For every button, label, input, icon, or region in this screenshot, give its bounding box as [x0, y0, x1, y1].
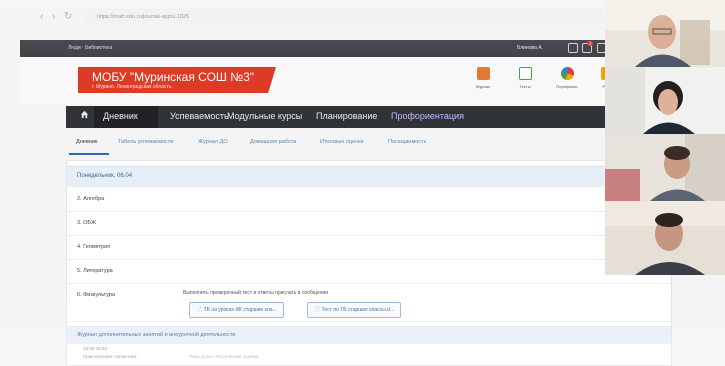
tests-icon [518, 67, 532, 80]
participant-avatar [605, 0, 725, 67]
participant-avatar [605, 134, 725, 201]
nav-diary[interactable]: Дневник [103, 111, 138, 121]
lesson-subject: 4. Геометрия [77, 244, 111, 250]
lesson-row[interactable]: 3. ОБЖ [67, 211, 671, 236]
extra-course: Практическая стилистика [83, 354, 137, 359]
nav-progress[interactable]: Успеваемость [170, 111, 229, 121]
nav-modular-courses[interactable]: Модульные курсы [227, 111, 302, 121]
lesson-row[interactable]: 6. Физкультура Выполнить проверочный тес… [67, 283, 671, 322]
video-tile[interactable] [605, 67, 725, 134]
screen: ‹ › ↻ https://mart.edu.ru/journal-app/u.… [0, 0, 725, 366]
module-portfolio[interactable]: Портфолио [552, 67, 582, 89]
mail-badge: 1 [587, 41, 594, 46]
main-nav: Дневник Успеваемость Модульные курсы Пла… [66, 106, 620, 128]
top-links[interactable]: Люди · Библиотека [68, 45, 112, 51]
user-menu[interactable]: Блинова А. [517, 45, 543, 51]
lesson-subject: 6. Физкультура [77, 292, 116, 298]
sub-tabs: Дневник Табель успеваемости Журнал ДО До… [66, 133, 620, 155]
day-header: Понедельник, 06.04 [67, 165, 671, 187]
extra-journal-title: Журнал дополнительных занятий и внеурочн… [77, 332, 236, 338]
school-logo[interactable]: МОБУ "Муринская СОШ №3" г. Мурино, Ленин… [78, 67, 276, 93]
tab-homework[interactable]: Домашняя работа [250, 139, 296, 145]
lesson-subject: 2. Алгебра [77, 196, 105, 202]
home-icon[interactable] [80, 110, 89, 119]
address-bar: ‹ › ↻ https://mart.edu.ru/journal-app/u.… [40, 8, 610, 26]
participant-avatar [605, 67, 725, 134]
tab-report-card[interactable]: Табель успеваемости [118, 139, 173, 145]
school-header: МОБУ "Муринская СОШ №3" г. Мурино, Ленин… [20, 57, 620, 104]
journal-icon [476, 67, 490, 80]
extra-journal-header: Журнал дополнительных занятий и внеурочн… [67, 326, 671, 344]
module-tests[interactable]: Тесты [510, 67, 540, 89]
lesson-subject: 3. ОБЖ [77, 220, 97, 226]
tab-diary[interactable]: Дневник [76, 139, 97, 145]
tab-journal-do[interactable]: Журнал ДО [198, 139, 228, 145]
lesson-subject: 5. Литература [77, 268, 113, 274]
url-field[interactable]: https://mart.edu.ru/journal-app/u.1025 [85, 9, 605, 25]
lesson-row[interactable]: 4. Геометрия [67, 235, 671, 260]
lesson-row[interactable]: 2. Алгебра [67, 187, 671, 212]
extra-topic: Тема урока: Лексические ошибки [189, 354, 259, 359]
video-tile[interactable] [605, 0, 725, 67]
module-journal[interactable]: Журнал [468, 67, 498, 89]
school-location: г. Мурино, Ленинградская область [92, 84, 172, 90]
extra-time: 15:00-15:40 [83, 346, 108, 351]
reload-icon[interactable]: ↻ [64, 11, 72, 22]
tab-final-grades[interactable]: Итоговые оценки [320, 139, 364, 145]
portfolio-icon [560, 67, 574, 80]
attachment-button[interactable]: 📄 Тест по ТБ старшие классы.d... [307, 302, 402, 318]
attachment-button[interactable]: 📄 ТБ на уроках ФК старшие кла... [189, 302, 284, 318]
tab-attendance[interactable]: Посещаемость [388, 139, 426, 145]
day-title: Понедельник, 06.04 [77, 173, 133, 179]
back-icon[interactable]: ‹ [40, 11, 43, 22]
forward-icon[interactable]: › [52, 11, 55, 22]
school-name: МОБУ "Муринская СОШ №3" [92, 70, 255, 84]
nav-planning[interactable]: Планирование [316, 111, 377, 121]
video-tile[interactable] [605, 201, 725, 275]
homework-text: Выполнить проверочный тест и ответы прис… [183, 290, 328, 296]
video-tile[interactable] [605, 134, 725, 201]
diary-panel: Понедельник, 06.04 2. Алгебра 3. ОБЖ 4. … [66, 160, 672, 366]
lesson-row[interactable]: 5. Литература [67, 259, 671, 284]
nav-career[interactable]: Профориентация [391, 111, 464, 121]
settings-icon[interactable] [568, 43, 578, 53]
active-tab-underline [69, 153, 109, 155]
participant-avatar [605, 201, 725, 275]
top-bar: Люди · Библиотека Блинова А. 1 [20, 40, 622, 57]
